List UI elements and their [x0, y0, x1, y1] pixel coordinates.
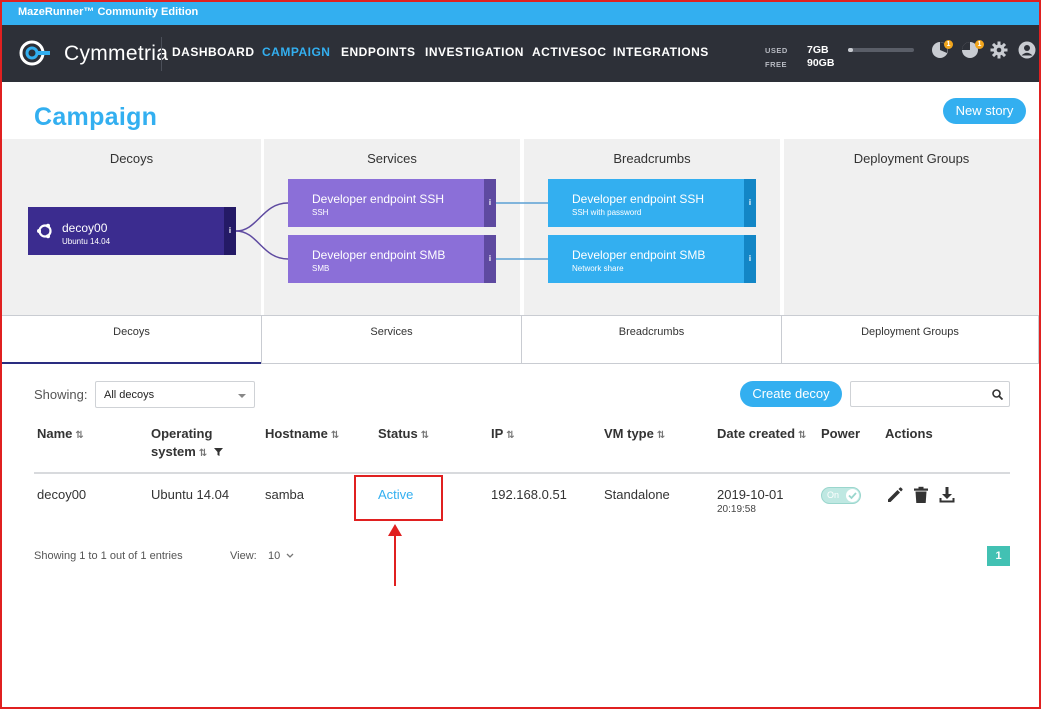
power-toggle-knob	[846, 489, 859, 502]
column-header-label: Hostname	[265, 426, 328, 441]
column-header-label: Name	[37, 426, 73, 441]
cell-name[interactable]: decoy00	[37, 487, 86, 502]
column-header-date-created[interactable]: Date created ⇅	[717, 425, 806, 445]
info-icon[interactable]: i	[744, 179, 756, 227]
create-decoy-button[interactable]: Create decoy	[740, 381, 842, 407]
trash-icon[interactable]	[911, 485, 931, 505]
service-card-subtitle: SMB	[312, 264, 330, 273]
column-header-hostname[interactable]: Hostname ⇅	[265, 425, 339, 445]
tab-services[interactable]: Services	[261, 315, 522, 364]
sort-icon[interactable]: ⇅	[657, 430, 665, 441]
ubuntu-icon	[37, 223, 52, 239]
cell-time: 20:19:58	[717, 504, 756, 515]
service-card-subtitle: SSH	[312, 208, 329, 217]
sort-icon[interactable]: ⇅	[199, 448, 207, 459]
edit-pencil-icon[interactable]	[885, 485, 905, 505]
sort-icon[interactable]: ⇅	[798, 430, 806, 441]
showing-label: Showing:	[34, 387, 88, 402]
info-icon[interactable]: i	[484, 235, 496, 283]
download-icon[interactable]	[937, 485, 957, 505]
tab-deployment-groups[interactable]: Deployment Groups	[781, 315, 1039, 364]
column-header-actions: Actions	[885, 426, 933, 441]
column-header-label: Date created	[717, 426, 796, 441]
filter-icon[interactable]	[213, 447, 223, 456]
column-header-name[interactable]: Name ⇅	[37, 425, 84, 445]
decoy-card-os: Ubuntu 14.04	[62, 237, 111, 246]
view-label: View:	[230, 550, 257, 562]
entries-info: Showing 1 to 1 out of 1 entries	[34, 550, 183, 562]
service-card-title: Developer endpoint SSH	[312, 192, 445, 206]
column-header-status[interactable]: Status ⇅	[378, 425, 429, 445]
pagination-page-1[interactable]: 1	[987, 546, 1010, 566]
cell-vm-type: Standalone	[604, 487, 670, 502]
tab-decoys[interactable]: Decoys	[2, 315, 262, 364]
breadcrumb-card-subtitle: Network share	[572, 264, 624, 273]
column-header-vm-type[interactable]: VM type ⇅	[604, 425, 665, 445]
column-header-ip[interactable]: IP ⇅	[491, 425, 515, 445]
search-icon[interactable]	[992, 389, 1003, 400]
decoy-filter-select[interactable]: All decoys	[95, 381, 255, 408]
service-card-smb[interactable]: Developer endpoint SMB SMB i	[288, 235, 496, 283]
annotation-highlight-box	[354, 475, 443, 521]
chevron-down-icon	[286, 553, 294, 558]
table-header-divider	[34, 472, 1010, 474]
info-icon[interactable]: i	[744, 235, 756, 283]
sort-icon[interactable]: ⇅	[331, 430, 339, 441]
search-input[interactable]	[850, 381, 1010, 407]
column-header-power: Power	[821, 426, 861, 441]
page-size-select[interactable]: 10	[268, 550, 294, 562]
cell-date: 2019-10-01	[717, 487, 784, 502]
column-header-os[interactable]: Operating system ⇅	[151, 425, 223, 463]
service-card-ssh[interactable]: Developer endpoint SSH SSH i	[288, 179, 496, 227]
column-header-label: Status	[378, 426, 418, 441]
column-header-label: Operating	[151, 426, 213, 441]
chevron-down-icon	[238, 394, 246, 398]
power-toggle-label: On	[827, 490, 840, 500]
page-size-value: 10	[268, 550, 281, 562]
breadcrumb-card-ssh[interactable]: Developer endpoint SSH SSH with password…	[548, 179, 756, 227]
decoy-filter-value: All decoys	[104, 389, 155, 401]
cell-hostname: samba	[265, 487, 305, 502]
annotation-arrow-icon	[388, 524, 402, 586]
column-header-label: system	[151, 444, 196, 459]
decoy-card[interactable]: decoy00 Ubuntu 14.04 i	[28, 207, 236, 255]
info-icon[interactable]: i	[224, 207, 236, 255]
sort-icon[interactable]: ⇅	[75, 430, 83, 441]
service-card-title: Developer endpoint SMB	[312, 248, 446, 262]
decoy-card-name: decoy00	[62, 221, 108, 235]
power-toggle[interactable]: On	[821, 487, 861, 504]
cell-ip: 192.168.0.51	[491, 487, 567, 502]
cell-os: Ubuntu 14.04	[151, 487, 230, 502]
sort-icon[interactable]: ⇅	[421, 430, 429, 441]
column-header-label: IP	[491, 426, 504, 441]
breadcrumb-card-subtitle: SSH with password	[572, 208, 642, 217]
breadcrumb-card-smb[interactable]: Developer endpoint SMB Network share i	[548, 235, 756, 283]
breadcrumb-card-title: Developer endpoint SMB	[572, 248, 706, 262]
column-header-label: VM type	[604, 426, 654, 441]
info-icon[interactable]: i	[484, 179, 496, 227]
sort-icon[interactable]: ⇅	[506, 430, 514, 441]
breadcrumb-card-title: Developer endpoint SSH	[572, 192, 705, 206]
checkmark-icon	[848, 492, 857, 500]
tab-breadcrumbs[interactable]: Breadcrumbs	[521, 315, 782, 364]
